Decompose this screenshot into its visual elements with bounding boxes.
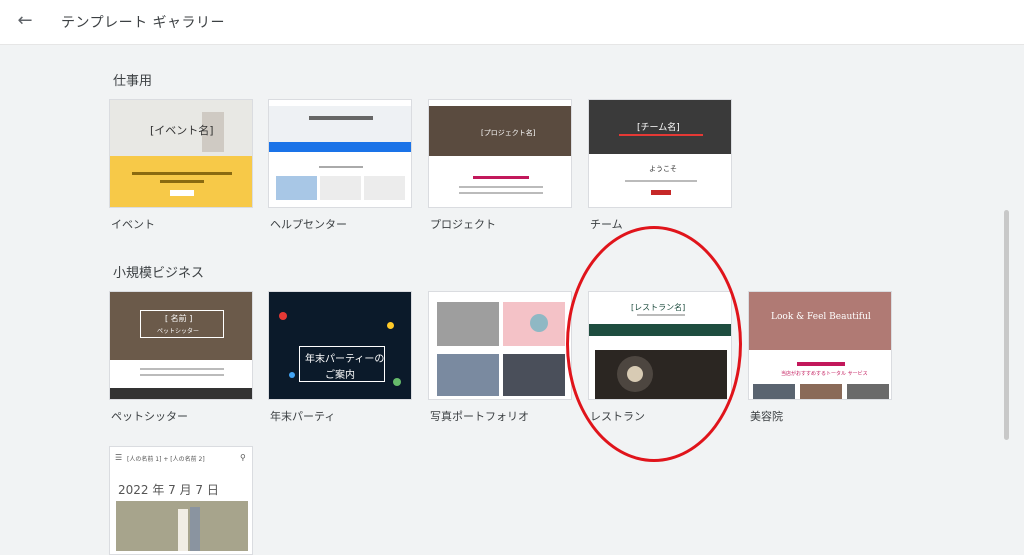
restaurant-text-line <box>637 314 685 316</box>
template-card-photo-portfolio[interactable] <box>428 291 572 400</box>
salon-preview-subtitle: 当店がおすすめするトータル サービス <box>781 371 868 377</box>
team-text-line <box>625 180 697 182</box>
party-light <box>387 322 394 329</box>
help-blue-bar <box>269 142 411 152</box>
pet-preview-subtitle: ペットシッター <box>157 328 200 335</box>
template-label-event: イベント <box>111 218 155 231</box>
template-card-beauty-salon[interactable]: Look & Feel Beautiful 当店がおすすめするトータル サービス <box>748 291 892 400</box>
salon-preview-title: Look & Feel Beautiful <box>771 312 871 322</box>
pet-footer <box>110 388 252 399</box>
template-card-year-end-party[interactable]: 年末パーティーの ご案内 <box>268 291 412 400</box>
template-card-team[interactable]: [チーム名] ようこそ <box>588 99 732 208</box>
restaurant-green-band <box>589 324 731 336</box>
project-text-line <box>459 192 543 194</box>
template-card-help-center[interactable] <box>268 99 412 208</box>
help-tile-3 <box>364 176 405 200</box>
restaurant-preview-title: [レストラン名] <box>631 303 686 312</box>
wedding-preview-names: [人の名前 1] + [人の名前 2] <box>127 456 205 463</box>
project-text-line <box>473 176 529 179</box>
help-title-line <box>309 116 373 120</box>
team-button-preview <box>651 190 671 195</box>
help-tile-1 <box>276 176 317 200</box>
page-title: テンプレート ギャラリー <box>61 15 226 31</box>
event-text-line <box>132 172 232 175</box>
salon-button-preview <box>797 362 845 366</box>
party-light <box>393 378 401 386</box>
party-light <box>289 372 295 378</box>
salon-photo <box>753 384 795 399</box>
wedding-person <box>190 507 200 551</box>
template-card-wedding[interactable]: ☰ [人の名前 1] + [人の名前 2] ⚲ 2022 年 7 月 7 日 <box>109 446 253 555</box>
pet-text-line <box>140 374 224 376</box>
template-card-event[interactable]: [イベント名] <box>109 99 253 208</box>
project-text-line <box>459 186 543 188</box>
template-label-photo-portfolio: 写真ポートフォリオ <box>430 410 529 423</box>
portfolio-photo-3 <box>437 354 499 396</box>
project-preview-title: [プロジェクト名] <box>481 129 536 137</box>
template-label-year-end-party: 年末パーティ <box>270 410 336 423</box>
event-text-line <box>160 180 204 183</box>
wedding-person <box>178 509 188 551</box>
template-card-pet-sitter[interactable]: [ 名前 ] ペットシッター <box>109 291 253 400</box>
team-preview-title: [チーム名] <box>637 123 680 133</box>
template-label-help-center: ヘルプセンター <box>270 218 347 231</box>
template-card-project[interactable]: [プロジェクト名] <box>428 99 572 208</box>
help-header-image <box>269 106 411 142</box>
top-bar: ← テンプレート ギャラリー <box>0 0 1024 45</box>
restaurant-dish <box>627 366 643 382</box>
portfolio-bowl <box>530 314 548 332</box>
help-tile-2 <box>320 176 361 200</box>
section-small-business: 小規模ビジネス <box>113 266 205 281</box>
wedding-search-icon: ⚲ <box>240 453 246 462</box>
portfolio-photo-4 <box>503 354 565 396</box>
template-label-beauty-salon: 美容院 <box>750 410 783 423</box>
help-text-line <box>319 166 363 168</box>
template-label-pet-sitter: ペットシッター <box>111 410 188 423</box>
party-light <box>279 312 287 320</box>
wedding-menu-icon: ☰ <box>115 453 123 462</box>
salon-photo <box>800 384 842 399</box>
template-label-restaurant: レストラン <box>590 410 645 423</box>
party-preview-subtitle: ご案内 <box>325 370 355 381</box>
pet-text-line <box>140 368 224 370</box>
restaurant-food-image <box>595 350 727 399</box>
template-label-team: チーム <box>590 218 623 231</box>
template-card-restaurant[interactable]: [レストラン名] <box>588 291 732 400</box>
scrollbar[interactable] <box>1004 210 1009 440</box>
party-preview-title: 年末パーティーの <box>305 354 385 365</box>
event-preview-title: [イベント名] <box>150 124 214 137</box>
event-button-preview <box>170 190 194 196</box>
portfolio-photo-1 <box>437 302 499 346</box>
section-work: 仕事用 <box>113 74 153 89</box>
team-red-line <box>619 134 703 136</box>
salon-photo <box>847 384 889 399</box>
template-label-project: プロジェクト <box>430 218 496 231</box>
team-preview-welcome: ようこそ <box>649 165 677 173</box>
back-arrow-icon[interactable]: ← <box>14 10 36 32</box>
wedding-preview-date: 2022 年 7 月 7 日 <box>118 483 219 497</box>
pet-preview-title: [ 名前 ] <box>165 314 193 323</box>
